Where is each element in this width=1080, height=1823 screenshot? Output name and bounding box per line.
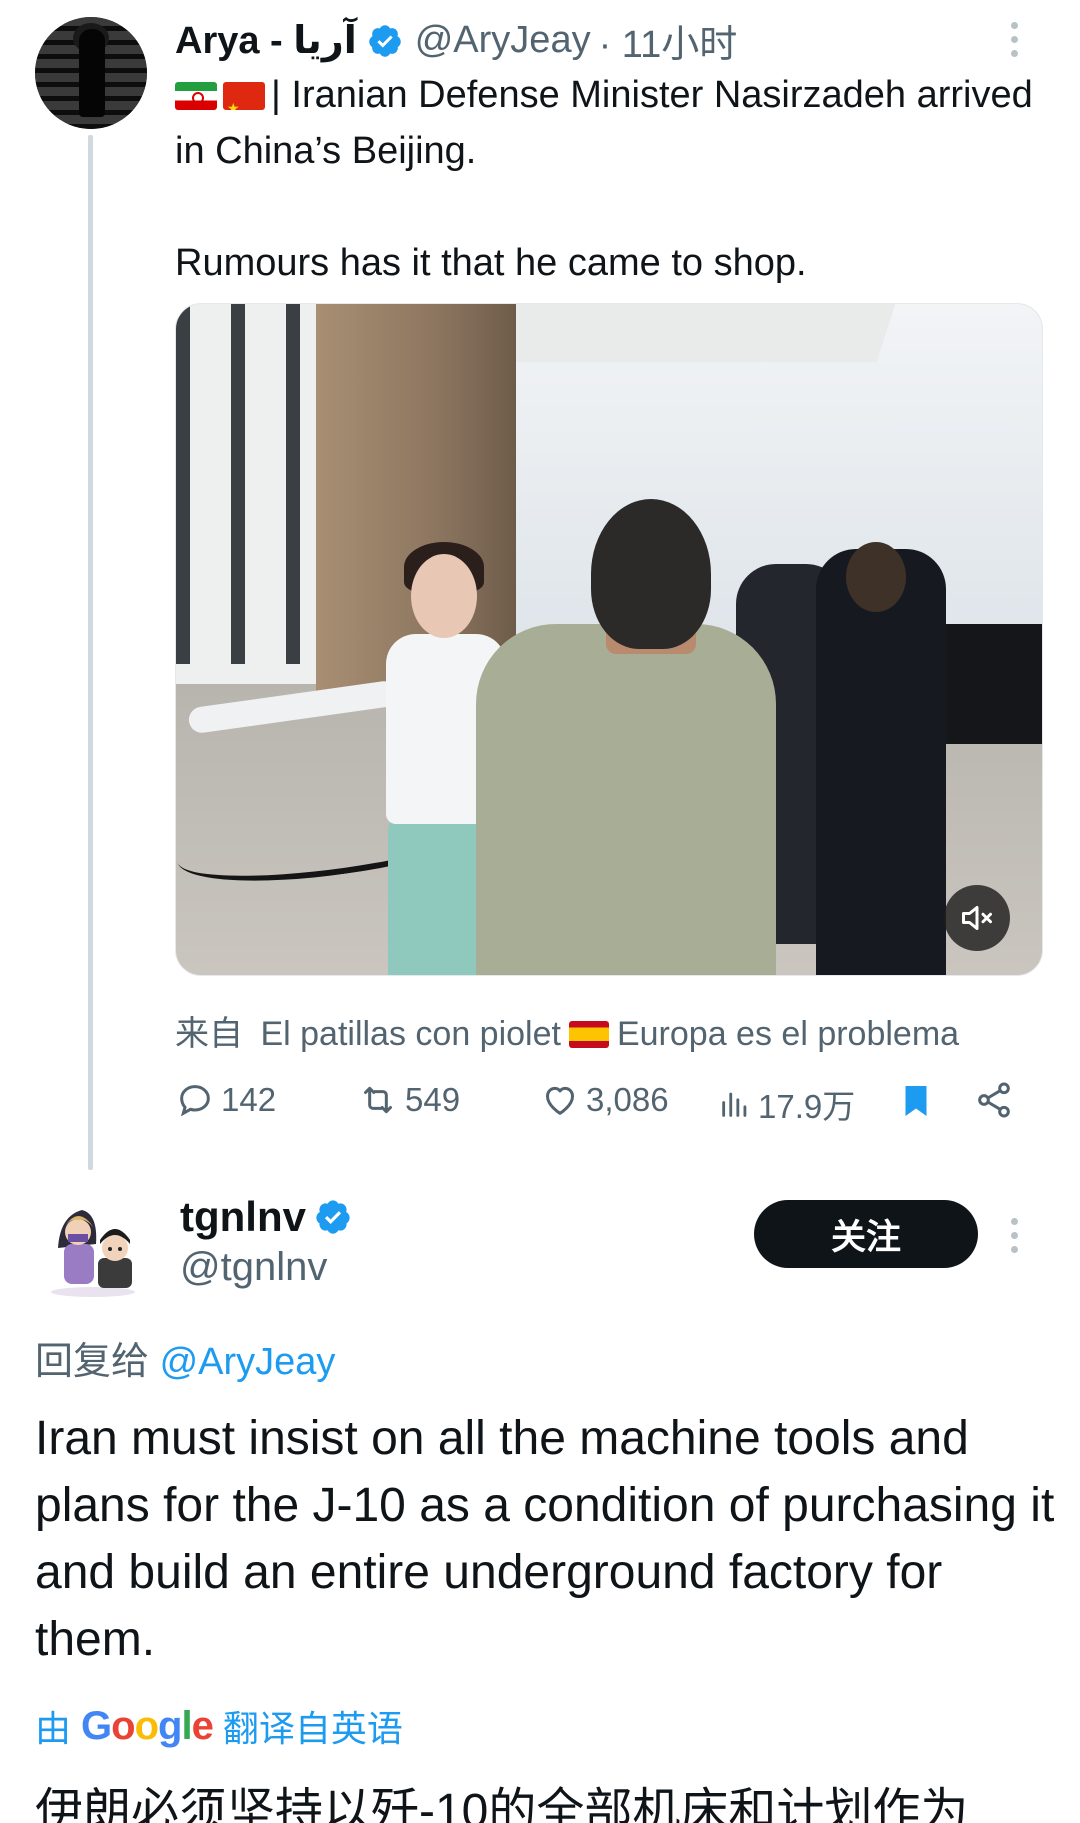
tweet-header: Arya - آریا @AryJeay · 11小时 xyxy=(175,13,737,68)
like-count: 3,086 xyxy=(586,1081,669,1118)
mute-toggle-button[interactable] xyxy=(944,885,1010,951)
repost-count: 549 xyxy=(405,1081,461,1118)
china-flag-icon xyxy=(223,82,265,110)
share-icon xyxy=(978,1082,1010,1118)
replying-to: 回复给 @AryJeay xyxy=(35,1330,335,1385)
follow-button[interactable]: 关注 xyxy=(754,1200,978,1268)
views-bar-chart-icon xyxy=(722,1092,747,1117)
source-name-part1: El patillas con piolet xyxy=(260,1015,561,1053)
translated-by-prefix: 由 xyxy=(35,1708,72,1749)
author-name[interactable]: tgnlnv xyxy=(180,1193,306,1241)
iran-flag-icon xyxy=(175,82,217,110)
avatar[interactable] xyxy=(35,17,147,129)
video-frame-person-head xyxy=(591,499,711,649)
translated-suffix: 翻译自英语 xyxy=(222,1708,403,1749)
author-name[interactable]: Arya - آریا xyxy=(175,18,357,63)
tweet-actions: 142 549 3,086 17.9万 xyxy=(0,1080,1080,1130)
reply-author-name-row: tgnlnv xyxy=(180,1193,364,1241)
translated-text: 伊朗必须坚持以歼-10的全部机床和计划作为 xyxy=(35,1785,969,1823)
video-frame-column xyxy=(286,304,300,664)
tweet-text: Iran must insist on all the machine tool… xyxy=(35,1412,1055,1666)
google-logo: Google xyxy=(81,1703,214,1748)
video-frame-person xyxy=(816,549,946,975)
video-frame-person-head xyxy=(411,554,477,638)
more-options-icon[interactable] xyxy=(1008,22,1020,57)
verified-badge-icon xyxy=(368,24,401,57)
video-player[interactable] xyxy=(175,303,1043,976)
like-button[interactable]: 3,086 xyxy=(540,1080,669,1120)
tweet-timestamp[interactable]: · 11小时 xyxy=(599,13,738,68)
author-handle[interactable]: @AryJeay xyxy=(415,19,591,62)
more-options-icon[interactable] xyxy=(1008,1218,1020,1253)
thread-connector-line xyxy=(88,135,93,1170)
video-frame-column xyxy=(176,304,190,664)
speaker-muted-icon xyxy=(962,906,992,930)
reply-button[interactable]: 142 xyxy=(175,1080,276,1120)
tweet-text-line2: Rumours has it that he came to shop. xyxy=(175,242,807,284)
tweet-text-line1: | Iranian Defense Minister Nasirzadeh ar… xyxy=(175,74,1033,172)
tweet-text: | Iranian Defense Minister Nasirzadeh ar… xyxy=(175,67,1055,291)
verified-badge-icon xyxy=(316,1200,350,1234)
reply-count: 142 xyxy=(221,1081,277,1118)
reply-prefix: 回复给 xyxy=(35,1341,150,1383)
author-handle[interactable]: @tgnlnv xyxy=(180,1245,327,1290)
video-frame-canopy xyxy=(496,304,896,362)
avatar-figure xyxy=(79,29,105,117)
views-button[interactable]: 17.9万 xyxy=(718,1080,855,1128)
video-source-attribution[interactable]: 来自 El patillas con piolet Europa es el pr… xyxy=(175,1006,959,1055)
spain-flag-icon xyxy=(568,1021,609,1048)
translation-attribution[interactable]: 由 Google 翻译自英语 xyxy=(35,1700,403,1752)
repost-button[interactable]: 549 xyxy=(357,1080,460,1120)
reply-mention-link[interactable]: @AryJeay xyxy=(160,1341,336,1383)
reply-icon xyxy=(180,1085,210,1117)
heart-icon xyxy=(546,1086,574,1115)
video-frame-person-head xyxy=(846,542,906,612)
view-count: 17.9万 xyxy=(758,1088,856,1125)
video-frame-person xyxy=(476,624,776,975)
source-name-part2: Europa es el problema xyxy=(616,1015,960,1053)
bookmark-button[interactable] xyxy=(898,1080,934,1122)
repost-icon xyxy=(364,1086,392,1114)
source-prefix: 来自 xyxy=(175,1015,243,1053)
bookmark-filled-icon xyxy=(905,1086,927,1116)
share-button[interactable] xyxy=(974,1080,1014,1120)
video-frame-column xyxy=(231,304,245,664)
avatar[interactable] xyxy=(38,1188,148,1298)
